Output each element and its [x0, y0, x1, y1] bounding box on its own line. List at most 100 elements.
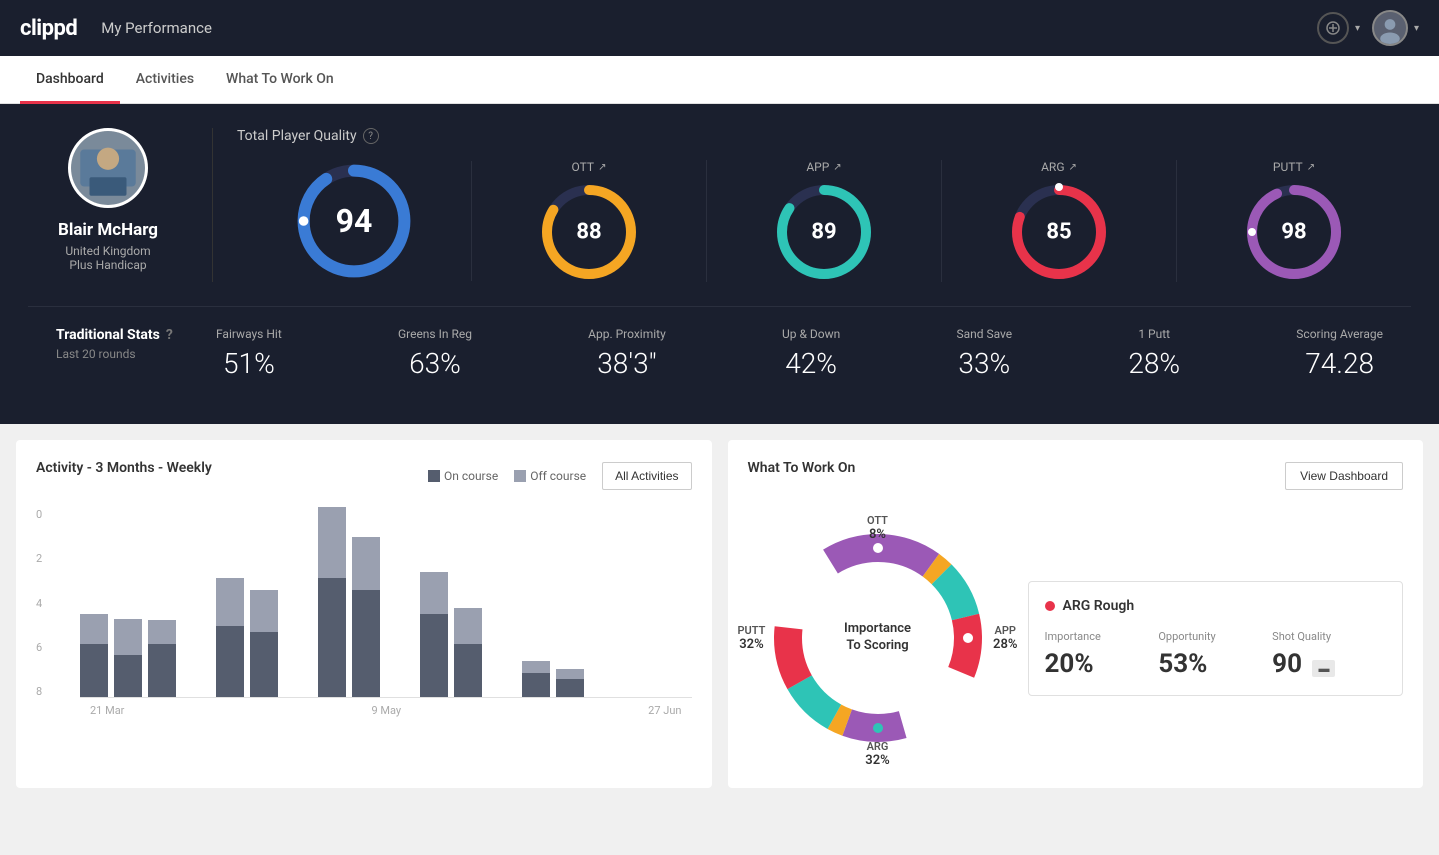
- bar-on-course: [454, 644, 482, 697]
- bar-on-course: [114, 655, 142, 697]
- legend-on-course: On course: [428, 469, 498, 483]
- x-labels: 21 Mar 9 May 27 Jun: [80, 704, 692, 717]
- bar-group: [284, 507, 312, 697]
- bar-on-course: [556, 679, 584, 697]
- top-nav: clippd My Performance ▾ ▾: [0, 0, 1439, 56]
- stats-label-group: Traditional Stats ? Last 20 rounds: [56, 327, 216, 361]
- donut-label-ott: OTT8%: [867, 514, 888, 542]
- bar-group: [386, 507, 414, 697]
- logo-text: clippd: [20, 16, 77, 41]
- bar-off-course: [114, 619, 142, 655]
- bar-on-course: [216, 626, 244, 697]
- gauge-app: APP ↗ 89: [707, 160, 942, 282]
- stat-scoring: Scoring Average 74.28: [1296, 327, 1383, 380]
- gauge-app-val: 89: [811, 220, 836, 245]
- gauge-putt: PUTT ↗ 98: [1177, 160, 1411, 282]
- wtwo-header: What To Work On View Dashboard: [748, 460, 1404, 492]
- gauge-arg-val: 85: [1046, 220, 1071, 245]
- stats-help-icon[interactable]: ?: [166, 327, 173, 343]
- add-dropdown-arrow[interactable]: ▾: [1355, 23, 1360, 34]
- bar-group: [114, 507, 142, 697]
- player-handicap: Plus Handicap: [69, 258, 146, 272]
- wtwo-card: ARG Rough Importance 20% Opportunity 53%…: [1028, 581, 1404, 696]
- stat-sandsave: Sand Save 33%: [956, 327, 1012, 380]
- wtwo-panel: What To Work On View Dashboard: [728, 440, 1424, 788]
- activity-panel: Activity - 3 Months - Weekly On course O…: [16, 440, 712, 788]
- stat-fairways: Fairways Hit 51%: [216, 327, 282, 380]
- bar-group: [488, 507, 516, 697]
- chart-header: Activity - 3 Months - Weekly On course O…: [36, 460, 692, 492]
- bar-off-course: [352, 537, 380, 590]
- stats-items: Fairways Hit 51% Greens In Reg 63% App. …: [216, 327, 1383, 380]
- bar-off-course: [148, 620, 176, 644]
- on-course-dot: [428, 470, 440, 482]
- donut-label-app: APP28%: [993, 624, 1017, 652]
- bar-group: [420, 507, 448, 697]
- divider: [212, 128, 213, 282]
- tab-bar: Dashboard Activities What To Work On: [0, 56, 1439, 104]
- card-indicator-dot: [1045, 601, 1055, 611]
- bar-off-course: [522, 661, 550, 673]
- metric-importance: Importance 20%: [1045, 630, 1159, 679]
- bar-on-course: [352, 590, 380, 697]
- top-nav-actions: ▾ ▾: [1317, 10, 1419, 46]
- bar-group: [522, 507, 550, 697]
- player-country: United Kingdom: [65, 244, 150, 258]
- legend-off-course: Off course: [514, 469, 586, 483]
- logo: clippd: [20, 16, 77, 41]
- gauge-arg: ARG ↗ 85: [942, 160, 1177, 282]
- wtwo-content: ImportanceTo Scoring OTT8% APP28% ARG32%…: [748, 508, 1404, 768]
- bar-group: [454, 507, 482, 697]
- add-button[interactable]: [1317, 12, 1349, 44]
- bar-group: [182, 507, 210, 697]
- donut-label-putt: PUTT32%: [738, 624, 766, 652]
- shot-quality-badge: ▬: [1312, 660, 1335, 677]
- bottom-panels: Activity - 3 Months - Weekly On course O…: [0, 424, 1439, 804]
- bar-off-course: [318, 507, 346, 578]
- player-name: Blair McHarg: [58, 220, 158, 240]
- quality-title: Total Player Quality ?: [237, 128, 1411, 144]
- gauge-ott: OTT ↗ 88: [472, 160, 707, 282]
- bar-off-course: [420, 572, 448, 614]
- main-gauge-val: 94: [336, 202, 373, 240]
- bar-off-course: [80, 614, 108, 644]
- gauge-putt-val: 98: [1281, 220, 1306, 245]
- bar-group: [216, 507, 244, 697]
- quality-section: Total Player Quality ? 94: [237, 128, 1411, 282]
- donut-center-label: ImportanceTo Scoring: [844, 621, 911, 655]
- stat-greens: Greens In Reg 63%: [398, 327, 472, 380]
- chart-bars: [80, 508, 692, 698]
- bar-group: [250, 507, 278, 697]
- bar-group: [80, 507, 108, 697]
- tab-what-to-work-on[interactable]: What To Work On: [210, 57, 350, 104]
- donut-chart: ImportanceTo Scoring OTT8% APP28% ARG32%…: [748, 508, 1008, 768]
- all-activities-button[interactable]: All Activities: [602, 462, 691, 490]
- chart-legend: On course Off course: [428, 469, 586, 483]
- bar-group: [148, 507, 176, 697]
- bar-group: [352, 507, 380, 697]
- player-avatar: [68, 128, 148, 208]
- bar-group: [556, 507, 584, 697]
- gauge-ott-val: 88: [576, 220, 601, 245]
- chart-area: 8 6 4 2 0 21 Mar 9 May 27 Jun: [36, 508, 692, 728]
- chart-title: Activity - 3 Months - Weekly: [36, 460, 212, 476]
- wtwo-title: What To Work On: [748, 460, 856, 476]
- y-axis: 8 6 4 2 0: [36, 508, 42, 698]
- quality-help-icon[interactable]: ?: [363, 128, 379, 144]
- bar-on-course: [148, 644, 176, 697]
- bar-on-course: [80, 644, 108, 697]
- stats-sublabel: Last 20 rounds: [56, 347, 216, 361]
- stats-label-text: Traditional Stats: [56, 327, 160, 343]
- tab-activities[interactable]: Activities: [120, 57, 210, 104]
- user-dropdown-arrow[interactable]: ▾: [1414, 23, 1419, 34]
- user-avatar[interactable]: [1372, 10, 1408, 46]
- metric-shot-quality: Shot Quality 90 ▬: [1272, 630, 1386, 679]
- stat-updown: Up & Down 42%: [782, 327, 840, 380]
- bar-off-course: [556, 669, 584, 679]
- metric-opportunity: Opportunity 53%: [1158, 630, 1272, 679]
- tab-dashboard[interactable]: Dashboard: [20, 57, 120, 104]
- stat-oneputt: 1 Putt 28%: [1128, 327, 1180, 380]
- view-dashboard-button[interactable]: View Dashboard: [1285, 462, 1403, 490]
- bar-on-course: [522, 673, 550, 697]
- page-title: My Performance: [101, 19, 212, 37]
